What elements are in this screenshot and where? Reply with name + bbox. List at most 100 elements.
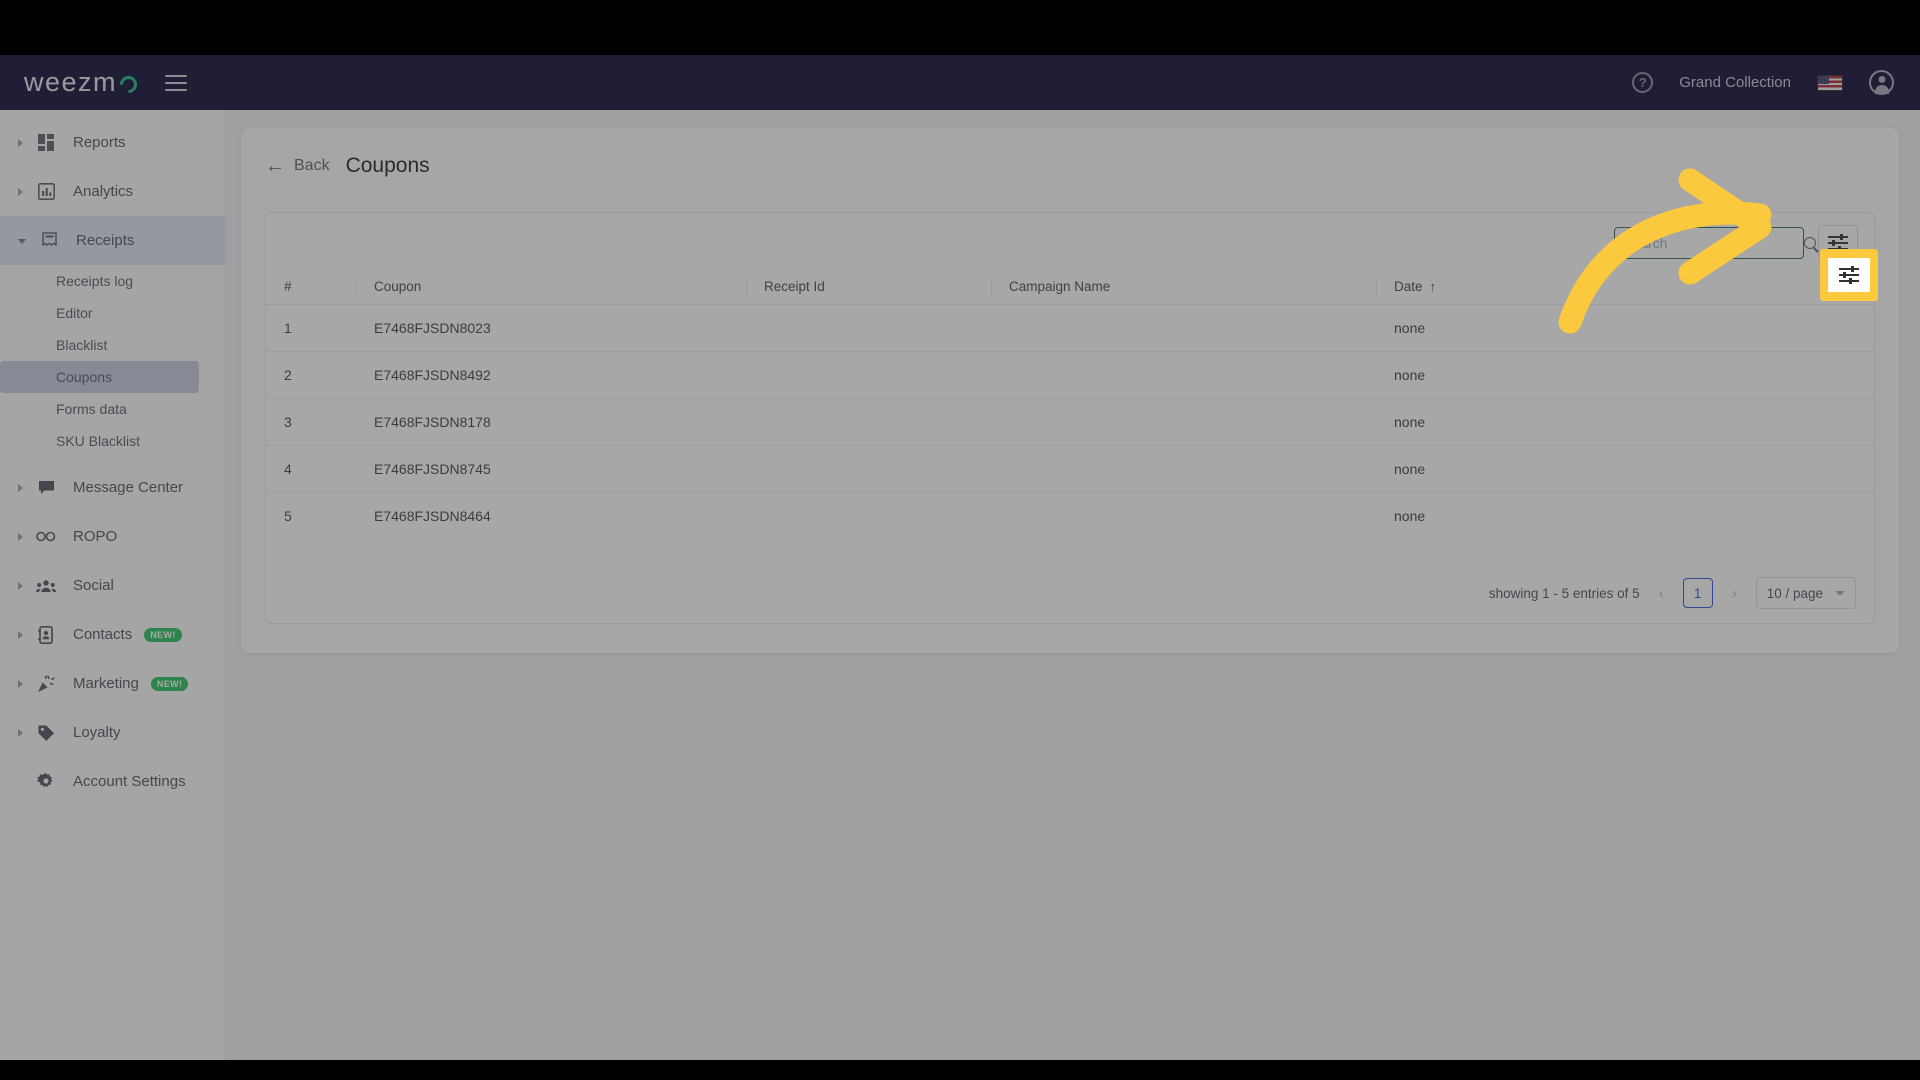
logo-text: weezm (24, 67, 118, 97)
cell-receipt-id (746, 398, 991, 446)
cell-receipt-id (746, 445, 991, 493)
back-button[interactable]: Back (294, 157, 330, 175)
sidebar-item-marketing[interactable]: Marketing NEW! (0, 659, 225, 708)
us-flag-icon[interactable] (1817, 74, 1843, 91)
chevron-right-icon (18, 679, 23, 688)
arrow-left-icon[interactable]: ← (265, 156, 285, 176)
sidebar-subitem-label: Coupons (56, 369, 113, 385)
sidebar-item-loyalty[interactable]: Loyalty (0, 708, 225, 757)
sidebar-item-label: Loyalty (73, 724, 121, 741)
sidebar-subitem-blacklist[interactable]: Blacklist (0, 329, 225, 361)
cell-index: 1 (266, 304, 356, 352)
search-box[interactable] (1614, 227, 1816, 259)
column-header-receipt-id[interactable]: Receipt Id (746, 269, 991, 305)
people-group-icon (35, 575, 57, 597)
account-avatar-icon[interactable] (1869, 70, 1894, 95)
column-header-date-label: Date (1394, 279, 1423, 294)
sidebar-subitem-sku-blacklist[interactable]: SKU Blacklist (0, 425, 225, 457)
reports-grid-icon (35, 132, 57, 154)
sliders-filter-icon (1828, 234, 1848, 252)
next-page-button[interactable]: › (1729, 585, 1740, 602)
receipt-icon (38, 230, 60, 252)
column-header-campaign-name[interactable]: Campaign Name (991, 269, 1376, 305)
chevron-down-icon (1835, 590, 1845, 596)
sidebar-item-label: Marketing (73, 675, 139, 692)
table-row[interactable]: 3 E7468FJSDN8178 none (266, 398, 1874, 446)
cell-index: 3 (266, 398, 356, 446)
hamburger-icon[interactable] (165, 74, 188, 91)
sidebar-item-message-center[interactable]: Message Center (0, 463, 225, 512)
cell-date: none (1394, 508, 1426, 524)
main-panel: ← Back Coupons # (241, 128, 1899, 653)
table-row[interactable]: 5 E7468FJSDN8464 none (266, 493, 1874, 540)
cell-coupon: E7468FJSDN8178 (356, 398, 746, 446)
magnifier-icon[interactable] (1804, 237, 1816, 249)
cell-receipt-id (746, 304, 991, 352)
sidebar-item-receipts[interactable]: Receipts (0, 216, 225, 265)
column-header-index[interactable]: # (266, 269, 356, 305)
sidebar-subitem-label: SKU Blacklist (56, 433, 141, 449)
cell-campaign-name (991, 398, 1376, 446)
help-icon[interactable]: ? (1632, 72, 1654, 93)
cell-index: 2 (266, 351, 356, 399)
sidebar-item-label: Social (73, 577, 114, 594)
sidebar-item-label: Analytics (73, 183, 134, 200)
sidebar: Reports Analytics Receipts Receipts log … (0, 110, 225, 1060)
page-size-label: 10 / page (1766, 585, 1823, 601)
sidebar-item-contacts[interactable]: Contacts NEW! (0, 610, 225, 659)
sidebar-item-analytics[interactable]: Analytics (0, 167, 225, 216)
cell-date: none (1376, 445, 1874, 493)
table-row[interactable]: 4 E7468FJSDN8745 none (266, 445, 1874, 493)
table-row[interactable]: 2 E7468FJSDN8492 none (266, 351, 1874, 399)
sidebar-subitem-label: Blacklist (56, 337, 108, 353)
message-bubble-icon (35, 477, 57, 499)
cell-campaign-name (991, 351, 1376, 399)
sidebar-subitem-coupons[interactable]: Coupons (0, 361, 199, 393)
sidebar-item-social[interactable]: Social (0, 561, 225, 610)
weezmo-logo[interactable]: weezm (24, 67, 141, 98)
new-badge: NEW! (150, 676, 189, 691)
cell-date: none (1376, 351, 1874, 399)
sidebar-item-ropo[interactable]: ROPO (0, 512, 225, 561)
cell-coupon: E7468FJSDN8464 (374, 508, 491, 524)
pagination: showing 1 - 5 entries of 5 ‹ 1 › 10 / pa… (1489, 577, 1856, 609)
sidebar-item-reports[interactable]: Reports (0, 118, 225, 167)
chevron-right-icon (18, 138, 23, 147)
search-input[interactable] (1623, 235, 1804, 251)
chevron-right-icon (18, 483, 23, 492)
sidebar-subitem-receipts-log[interactable]: Receipts log (0, 265, 225, 297)
filter-button[interactable] (1818, 225, 1858, 261)
page-number-1[interactable]: 1 (1682, 578, 1713, 608)
sidebar-subitem-forms-data[interactable]: Forms data (0, 393, 225, 425)
new-badge: NEW! (144, 627, 182, 642)
contacts-book-icon (35, 624, 57, 646)
previous-page-button[interactable]: ‹ (1656, 585, 1667, 602)
sidebar-item-label: Reports (73, 134, 126, 151)
cell-campaign-name (991, 493, 1376, 540)
tag-icon (35, 722, 57, 744)
hamburger-line (165, 81, 188, 84)
account-name: Grand Collection (1679, 74, 1791, 91)
page-title: Coupons (345, 154, 430, 177)
chevron-right-icon (18, 532, 23, 541)
sidebar-subitem-label: Forms data (56, 401, 127, 417)
analytics-chart-icon (35, 181, 57, 203)
chevron-right-icon (18, 187, 23, 196)
column-header-coupon[interactable]: Coupon (356, 269, 746, 305)
sidebar-subitem-editor[interactable]: Editor (0, 297, 225, 329)
page-size-select[interactable]: 10 / page (1755, 577, 1856, 609)
sidebar-item-label: Account Settings (73, 773, 186, 790)
column-header-date[interactable]: Date ↑ (1376, 269, 1874, 305)
table-toolbar (1614, 225, 1858, 261)
o-circle-icon (116, 72, 141, 97)
table-row[interactable]: 1 E7468FJSDN8023 none (266, 304, 1874, 352)
cell-coupon: E7468FJSDN8492 (356, 351, 746, 399)
cell-index: 4 (266, 445, 356, 493)
sidebar-item-account-settings[interactable]: Account Settings (0, 757, 225, 806)
table-body: 1 E7468FJSDN8023 none 2 E7468FJSDN8492 n… (266, 304, 1874, 540)
chevron-down-icon (18, 239, 26, 244)
top-navigation-bar: weezm ? Grand Collection (0, 55, 1920, 110)
infinity-icon (35, 526, 57, 548)
cell-campaign-name (991, 304, 1376, 352)
coupons-table: # Coupon Receipt Id Campaign Name Date ↑ … (266, 269, 1874, 539)
